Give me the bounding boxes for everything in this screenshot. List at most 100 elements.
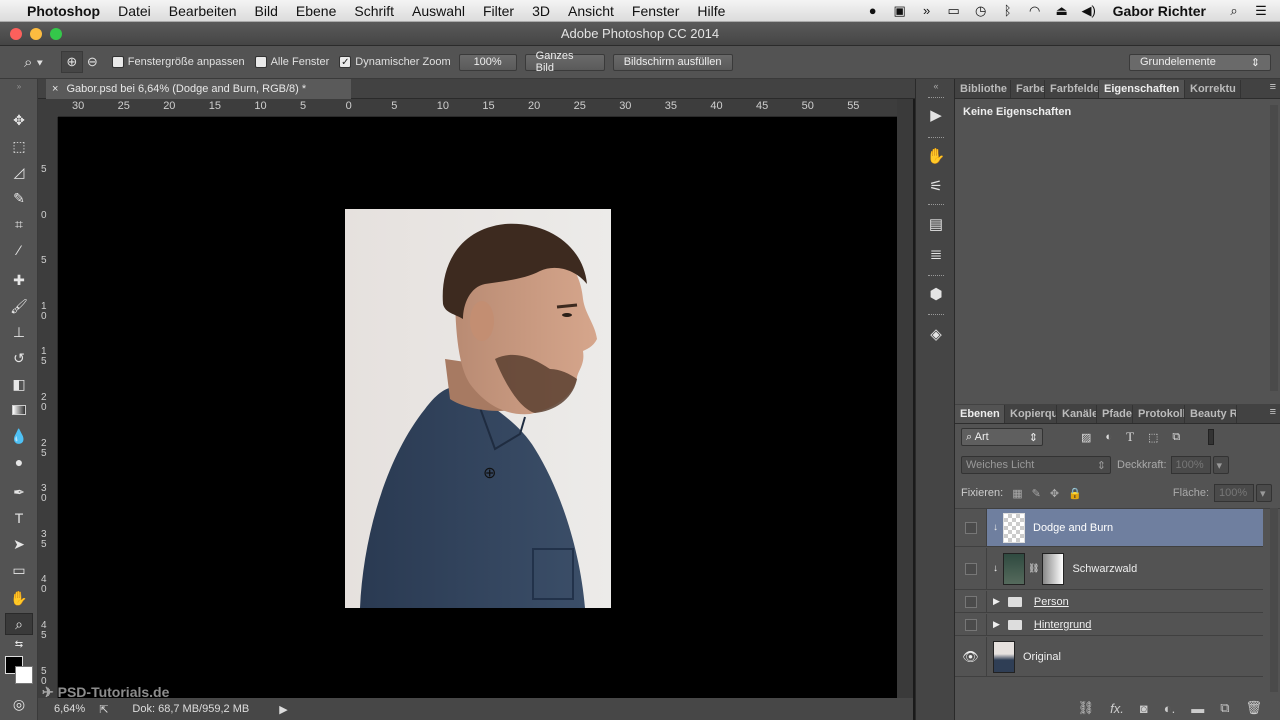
group-expand-icon[interactable]: ▶ (993, 596, 1000, 607)
document-tab[interactable]: × Gabor.psd bei 6,64% (Dodge and Burn, R… (46, 79, 351, 99)
brush-tool-icon[interactable]: 🖌 (5, 295, 33, 317)
dock-grip[interactable] (928, 97, 944, 100)
workspace-select[interactable]: Grundelemente ⇕ (1129, 53, 1271, 71)
path-selection-tool-icon[interactable]: ➤ (5, 533, 33, 555)
airplay-icon[interactable]: ▭ (945, 3, 963, 18)
quick-selection-tool-icon[interactable]: ✎ (5, 187, 33, 209)
chain-link-icon[interactable]: ⛓ (1028, 563, 1039, 574)
tab-bibliotheken[interactable]: Bibliothe (955, 80, 1011, 98)
notification-list-icon[interactable]: ☰ (1252, 3, 1270, 18)
eye-icon[interactable]: 👁 (962, 649, 979, 665)
bluetooth-icon[interactable]: ᛒ (999, 3, 1017, 18)
type-tool-icon[interactable]: T (5, 507, 33, 529)
panel-menu-icon[interactable]: ≡ (1270, 81, 1276, 93)
history-brush-tool-icon[interactable]: ↺ (5, 347, 33, 369)
crop-tool-icon[interactable]: ⌗ (5, 213, 33, 235)
display-icon[interactable]: ▣ (891, 3, 909, 18)
blend-mode-select[interactable]: Weiches Licht ⇕ (961, 456, 1111, 474)
menu-photoshop[interactable]: Photoshop (18, 3, 109, 19)
eyedropper-tool-icon[interactable]: ⁄ (5, 239, 33, 261)
status-menu-arrow-icon[interactable]: ▶ (279, 703, 287, 716)
layer-row-hintergrund[interactable]: ▶ Hintergrund (955, 614, 1263, 636)
hand-tool-icon[interactable]: ✋ (5, 587, 33, 609)
zoom-level[interactable]: 6,64% (54, 703, 85, 715)
dynamic-zoom-checkbox[interactable]: ✓ (339, 56, 352, 68)
menu-auswahl[interactable]: Auswahl (403, 3, 474, 19)
tab-kanaele[interactable]: Kanäle (1057, 405, 1097, 423)
layer-row-schwarzwald[interactable]: ↓ ⛓ Schwarzwald (955, 548, 1263, 590)
fill-dropdown-icon[interactable]: ▾ (1256, 484, 1272, 502)
tab-kopierquelle[interactable]: Kopierqu (1005, 405, 1057, 423)
menu-filter[interactable]: Filter (474, 3, 523, 19)
horizontal-ruler[interactable]: 30 25 20 15 10 5 0 5 10 15 20 25 30 35 40 45 50 55 (58, 99, 897, 117)
layer-name[interactable]: Hintergrund (1034, 619, 1091, 631)
layer-visibility-toggle[interactable] (955, 509, 987, 546)
filter-smartobject-icon[interactable]: ⧉ (1172, 431, 1180, 444)
filter-shape-icon[interactable]: ⬚ (1148, 431, 1158, 444)
dock-grip[interactable] (928, 314, 944, 317)
dock-grip[interactable] (928, 137, 944, 140)
paragraph-icon[interactable]: ≣ (925, 243, 947, 265)
swap-colors-icon[interactable]: ⇆ (5, 637, 33, 651)
wifi-icon[interactable]: ◠ (1026, 3, 1044, 18)
clone-stamp-tool-icon[interactable]: ⊥ (5, 321, 33, 343)
quick-mask-icon[interactable]: ◎ (5, 693, 33, 715)
layer-visibility-toggle[interactable] (955, 548, 987, 589)
healing-brush-tool-icon[interactable]: ✚ (5, 269, 33, 291)
fit-window-checkbox[interactable] (111, 56, 124, 68)
menu-bearbeiten[interactable]: Bearbeiten (160, 3, 246, 19)
brush-presets-icon[interactable]: ✋ (925, 145, 947, 167)
layer-name[interactable]: Schwarzwald (1072, 563, 1137, 575)
tab-pfade[interactable]: Pfade (1097, 405, 1133, 423)
vertical-scrollbar[interactable] (897, 99, 913, 698)
rectangle-tool-icon[interactable]: ▭ (5, 559, 33, 581)
vertical-ruler[interactable]: 50510152025303540455055 (38, 117, 58, 698)
dodge-tool-icon[interactable]: ● (5, 451, 33, 473)
expand-panels-icon[interactable]: « (925, 79, 947, 93)
pen-tool-icon[interactable]: ✒ (5, 481, 33, 503)
volume-icon[interactable]: ◀) (1080, 3, 1098, 18)
actions-play-icon[interactable]: ▶ (925, 104, 947, 126)
all-windows-checkbox[interactable] (254, 56, 267, 68)
eraser-tool-icon[interactable]: ◧ (5, 373, 33, 395)
menu-3d[interactable]: 3D (523, 3, 559, 19)
opacity-input[interactable]: 100% (1170, 456, 1211, 474)
move-tool-icon[interactable]: ✥ (5, 109, 33, 131)
layers-scrollbar[interactable] (1270, 508, 1278, 692)
document-image[interactable] (345, 209, 611, 608)
new-group-icon[interactable]: ▬ (1191, 701, 1204, 716)
filter-toggle-switch[interactable] (1208, 429, 1215, 445)
zoom-100-button[interactable]: 100% (458, 53, 517, 71)
tab-farbe[interactable]: Farbe (1011, 80, 1045, 98)
menu-ebene[interactable]: Ebene (287, 3, 345, 19)
fit-screen-button[interactable]: Ganzes Bild (524, 50, 605, 74)
layer-visibility-toggle[interactable] (955, 591, 987, 612)
menu-ansicht[interactable]: Ansicht (559, 3, 623, 19)
filter-pixel-icon[interactable]: ▨ (1081, 431, 1091, 444)
zoom-out-icon[interactable]: ⊖ (87, 54, 98, 70)
fill-input[interactable]: 100% (1214, 484, 1254, 502)
lock-all-icon[interactable]: 🔒 (1068, 487, 1082, 500)
zoom-in-icon[interactable]: ⊕ (60, 51, 83, 73)
adjustments-sliders-icon[interactable]: ⚟ (925, 175, 947, 197)
layer-comps-icon[interactable]: ◈ (925, 323, 947, 345)
layer-row-person[interactable]: ▶ Person (955, 591, 1263, 613)
layer-name[interactable]: Dodge and Burn (1033, 522, 1113, 534)
menu-fenster[interactable]: Fenster (623, 3, 688, 19)
layer-filter-select[interactable]: ⌕ Art ⇕ (961, 428, 1043, 446)
menu-datei[interactable]: Datei (109, 3, 160, 19)
layer-visibility-toggle[interactable]: 👁 (955, 637, 987, 676)
filter-type-icon[interactable]: T (1126, 429, 1134, 445)
layer-row-dodge-and-burn[interactable]: ↓ Dodge and Burn (955, 509, 1263, 547)
opacity-dropdown-icon[interactable]: ▾ (1212, 456, 1229, 474)
close-document-icon[interactable]: × (52, 83, 58, 95)
tab-ebenen[interactable]: Ebenen (955, 405, 1005, 423)
layer-row-original[interactable]: 👁 Original (955, 637, 1263, 677)
tab-korrekturen[interactable]: Korrektu (1185, 80, 1241, 98)
delete-layer-icon[interactable]: 🗑 (1245, 700, 1262, 716)
tab-beauty-retusche[interactable]: Beauty R (1185, 405, 1237, 423)
menu-schrift[interactable]: Schrift (345, 3, 403, 19)
lock-transparency-icon[interactable]: ▦ (1012, 487, 1022, 500)
panel-collapse-icon[interactable]: » (5, 79, 33, 93)
group-expand-icon[interactable]: ▶ (993, 619, 1000, 630)
